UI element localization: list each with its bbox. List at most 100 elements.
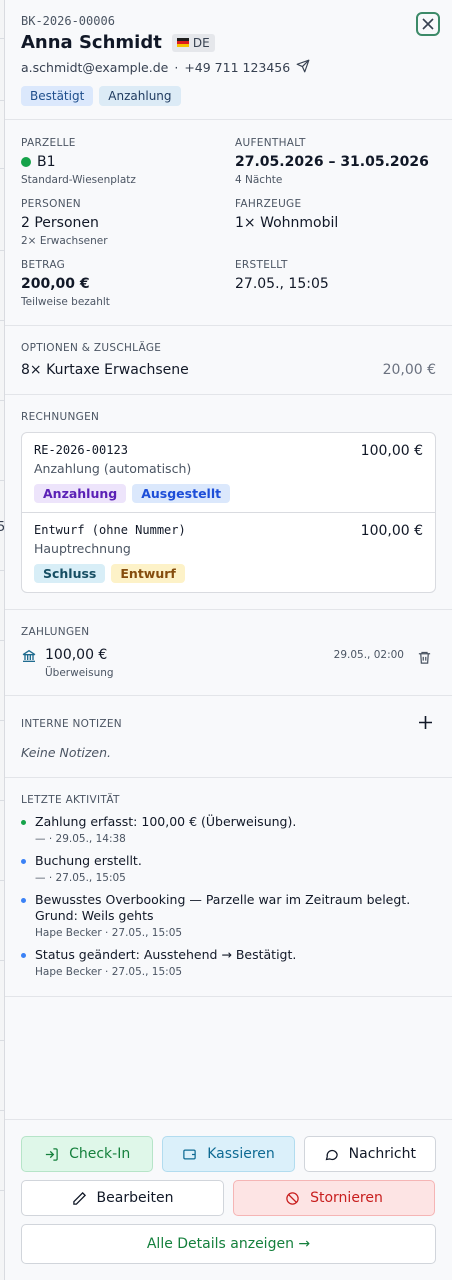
payments-section: ZAHLUNGEN 100,00 € Überweisung 29.05., 0…: [5, 610, 452, 696]
booking-id: BK-2026-00006: [21, 14, 115, 28]
all-details-label: Alle Details anzeigen →: [146, 1236, 311, 1252]
activity-text: Bewusstes Overbooking — Parzelle war im …: [35, 892, 411, 923]
close-button[interactable]: [416, 12, 440, 36]
amount-value: 200,00 €: [21, 276, 90, 292]
invoice-status-badge: Entwurf: [111, 564, 185, 583]
activity-dot: [21, 820, 26, 825]
close-icon: [422, 18, 434, 30]
send-icon[interactable]: [296, 59, 310, 76]
option-label: 8× Kurtaxe Erwachsene: [21, 362, 189, 378]
invoice-amount: 100,00 €: [360, 443, 423, 459]
background-char: ,: [0, 600, 1, 615]
country-badge: DE: [171, 33, 215, 52]
booking-header: BK-2026-00006 Anna Schmidt DE a.schmidt@…: [5, 0, 452, 120]
country-code: DE: [192, 35, 210, 50]
parcel-label: PARZELLE: [21, 137, 76, 149]
message-label: Nachricht: [348, 1146, 416, 1162]
chat-bubble-icon: [325, 1149, 338, 1160]
activity-title: LETZTE AKTIVITÄT: [21, 794, 120, 806]
persons-label: PERSONEN: [21, 198, 81, 210]
activity-text: Zahlung erfasst: 100,00 € (Überweisung).: [35, 814, 297, 829]
activity-item: Bewusstes Overbooking — Parzelle war im …: [21, 892, 436, 939]
activity-dot: [21, 859, 26, 864]
invoice-type-badge: Anzahlung: [34, 484, 127, 503]
background-char: ,: [0, 830, 1, 845]
created-value: 27.05., 15:05: [235, 276, 329, 292]
background-char: ,: [0, 450, 1, 465]
guest-phone[interactable]: +49 711 123456: [184, 60, 290, 75]
parcel-status-dot: [21, 157, 31, 167]
status-badge: Bestätigt: [21, 86, 94, 106]
pencil-icon: [72, 1191, 86, 1205]
notes-section: INTERNE NOTIZEN Keine Notizen.: [5, 696, 452, 778]
trash-icon[interactable]: [417, 650, 432, 669]
invoice-status-badge: Ausgestellt: [132, 484, 231, 503]
vehicles-label: FAHRZEUGE: [235, 198, 302, 210]
add-note-button[interactable]: [419, 716, 432, 731]
stay-dates: 27.05.2026 – 31.05.2026: [235, 154, 429, 170]
invoice-description: Hauptrechnung: [34, 541, 131, 556]
payment-amount: 100,00 €: [45, 647, 108, 663]
notes-title: INTERNE NOTIZEN: [21, 717, 122, 730]
cancel-booking-button[interactable]: Stornieren: [233, 1180, 435, 1216]
stay-nights: 4 Nächte: [235, 174, 283, 186]
payment-method: Überweisung: [45, 667, 114, 679]
options-title: OPTIONEN & ZUSCHLÄGE: [21, 342, 162, 354]
activity-dot: [21, 953, 26, 958]
guest-email[interactable]: a.schmidt@example.de: [21, 60, 168, 75]
options-section: OPTIONEN & ZUSCHLÄGE 8× Kurtaxe Erwachse…: [5, 326, 452, 395]
created-label: ERSTELLT: [235, 259, 288, 271]
action-footer: Check-In Kassieren Nachricht Bearbeiten …: [5, 1119, 452, 1264]
contact-separator: ·: [174, 60, 179, 75]
amount-status: Teilweise bezahlt: [21, 296, 110, 308]
cashier-label: Kassieren: [207, 1146, 275, 1162]
persons-value: 2 Personen: [21, 215, 99, 231]
activity-meta: — · 27.05., 15:05: [35, 872, 126, 884]
parcel-type: Standard-Wiesenplatz: [21, 174, 136, 186]
payment-row: 100,00 € Überweisung 29.05., 02:00: [21, 647, 436, 679]
notes-empty-text: Keine Notizen.: [21, 745, 112, 760]
ban-icon: [286, 1191, 299, 1205]
cashier-button[interactable]: Kassieren: [162, 1136, 295, 1172]
invoice-amount: 100,00 €: [360, 523, 423, 539]
background-char: ,: [0, 750, 1, 765]
activity-meta: Hape Becker · 27.05., 15:05: [35, 927, 183, 939]
invoice-row[interactable]: Entwurf (ohne Nummer) 100,00 € Hauptrech…: [22, 512, 435, 592]
persons-breakdown: 2× Erwachsener: [21, 235, 108, 247]
background-char: ,: [0, 228, 1, 243]
background-char: ,: [0, 1050, 1, 1065]
stay-label: AUFENTHALT: [235, 137, 306, 149]
background-char: ,: [0, 900, 1, 915]
background-char: ,: [0, 672, 1, 687]
activity-text: Buchung erstellt.: [35, 853, 142, 868]
invoice-list: RE-2026-00123 100,00 € Anzahlung (automa…: [21, 432, 436, 593]
activity-section: LETZTE AKTIVITÄT Zahlung erfasst: 100,00…: [5, 778, 452, 997]
booking-details-section: PARZELLE B1 Standard-Wiesenplatz AUFENTH…: [5, 120, 452, 326]
vehicles-value: 1× Wohnmobil: [235, 215, 339, 231]
login-icon: [45, 1147, 58, 1161]
invoice-type-badge: Schluss: [34, 564, 106, 583]
invoice-description: Anzahlung (automatisch): [34, 461, 192, 476]
background-char: ,: [0, 1130, 1, 1145]
booking-detail-panel: BK-2026-00006 Anna Schmidt DE a.schmidt@…: [5, 0, 452, 1280]
invoices-title: RECHNUNGEN: [21, 411, 100, 423]
invoice-row[interactable]: RE-2026-00123 100,00 € Anzahlung (automa…: [22, 433, 435, 512]
payments-title: ZAHLUNGEN: [21, 626, 90, 638]
background-char: ,: [0, 300, 1, 315]
wallet-icon: [183, 1149, 196, 1159]
contact-line: a.schmidt@example.de · +49 711 123456: [21, 59, 436, 76]
edit-label: Bearbeiten: [96, 1190, 174, 1206]
check-in-label: Check-In: [69, 1146, 131, 1162]
message-button[interactable]: Nachricht: [303, 1136, 436, 1172]
edit-button[interactable]: Bearbeiten: [21, 1180, 224, 1216]
activity-item: Zahlung erfasst: 100,00 € (Überweisung).…: [21, 814, 436, 845]
invoices-section: RECHNUNGEN RE-2026-00123 100,00 € Anzahl…: [5, 395, 452, 610]
option-price: 20,00 €: [382, 362, 436, 378]
activity-meta: — · 29.05., 14:38: [35, 833, 126, 845]
all-details-button[interactable]: Alle Details anzeigen →: [21, 1224, 436, 1264]
guest-name: Anna Schmidt: [21, 32, 162, 53]
payment-date: 29.05., 02:00: [333, 649, 404, 661]
check-in-button[interactable]: Check-In: [21, 1136, 154, 1172]
activity-meta: Hape Becker · 27.05., 15:05: [35, 966, 183, 978]
activity-dot: [21, 898, 26, 903]
